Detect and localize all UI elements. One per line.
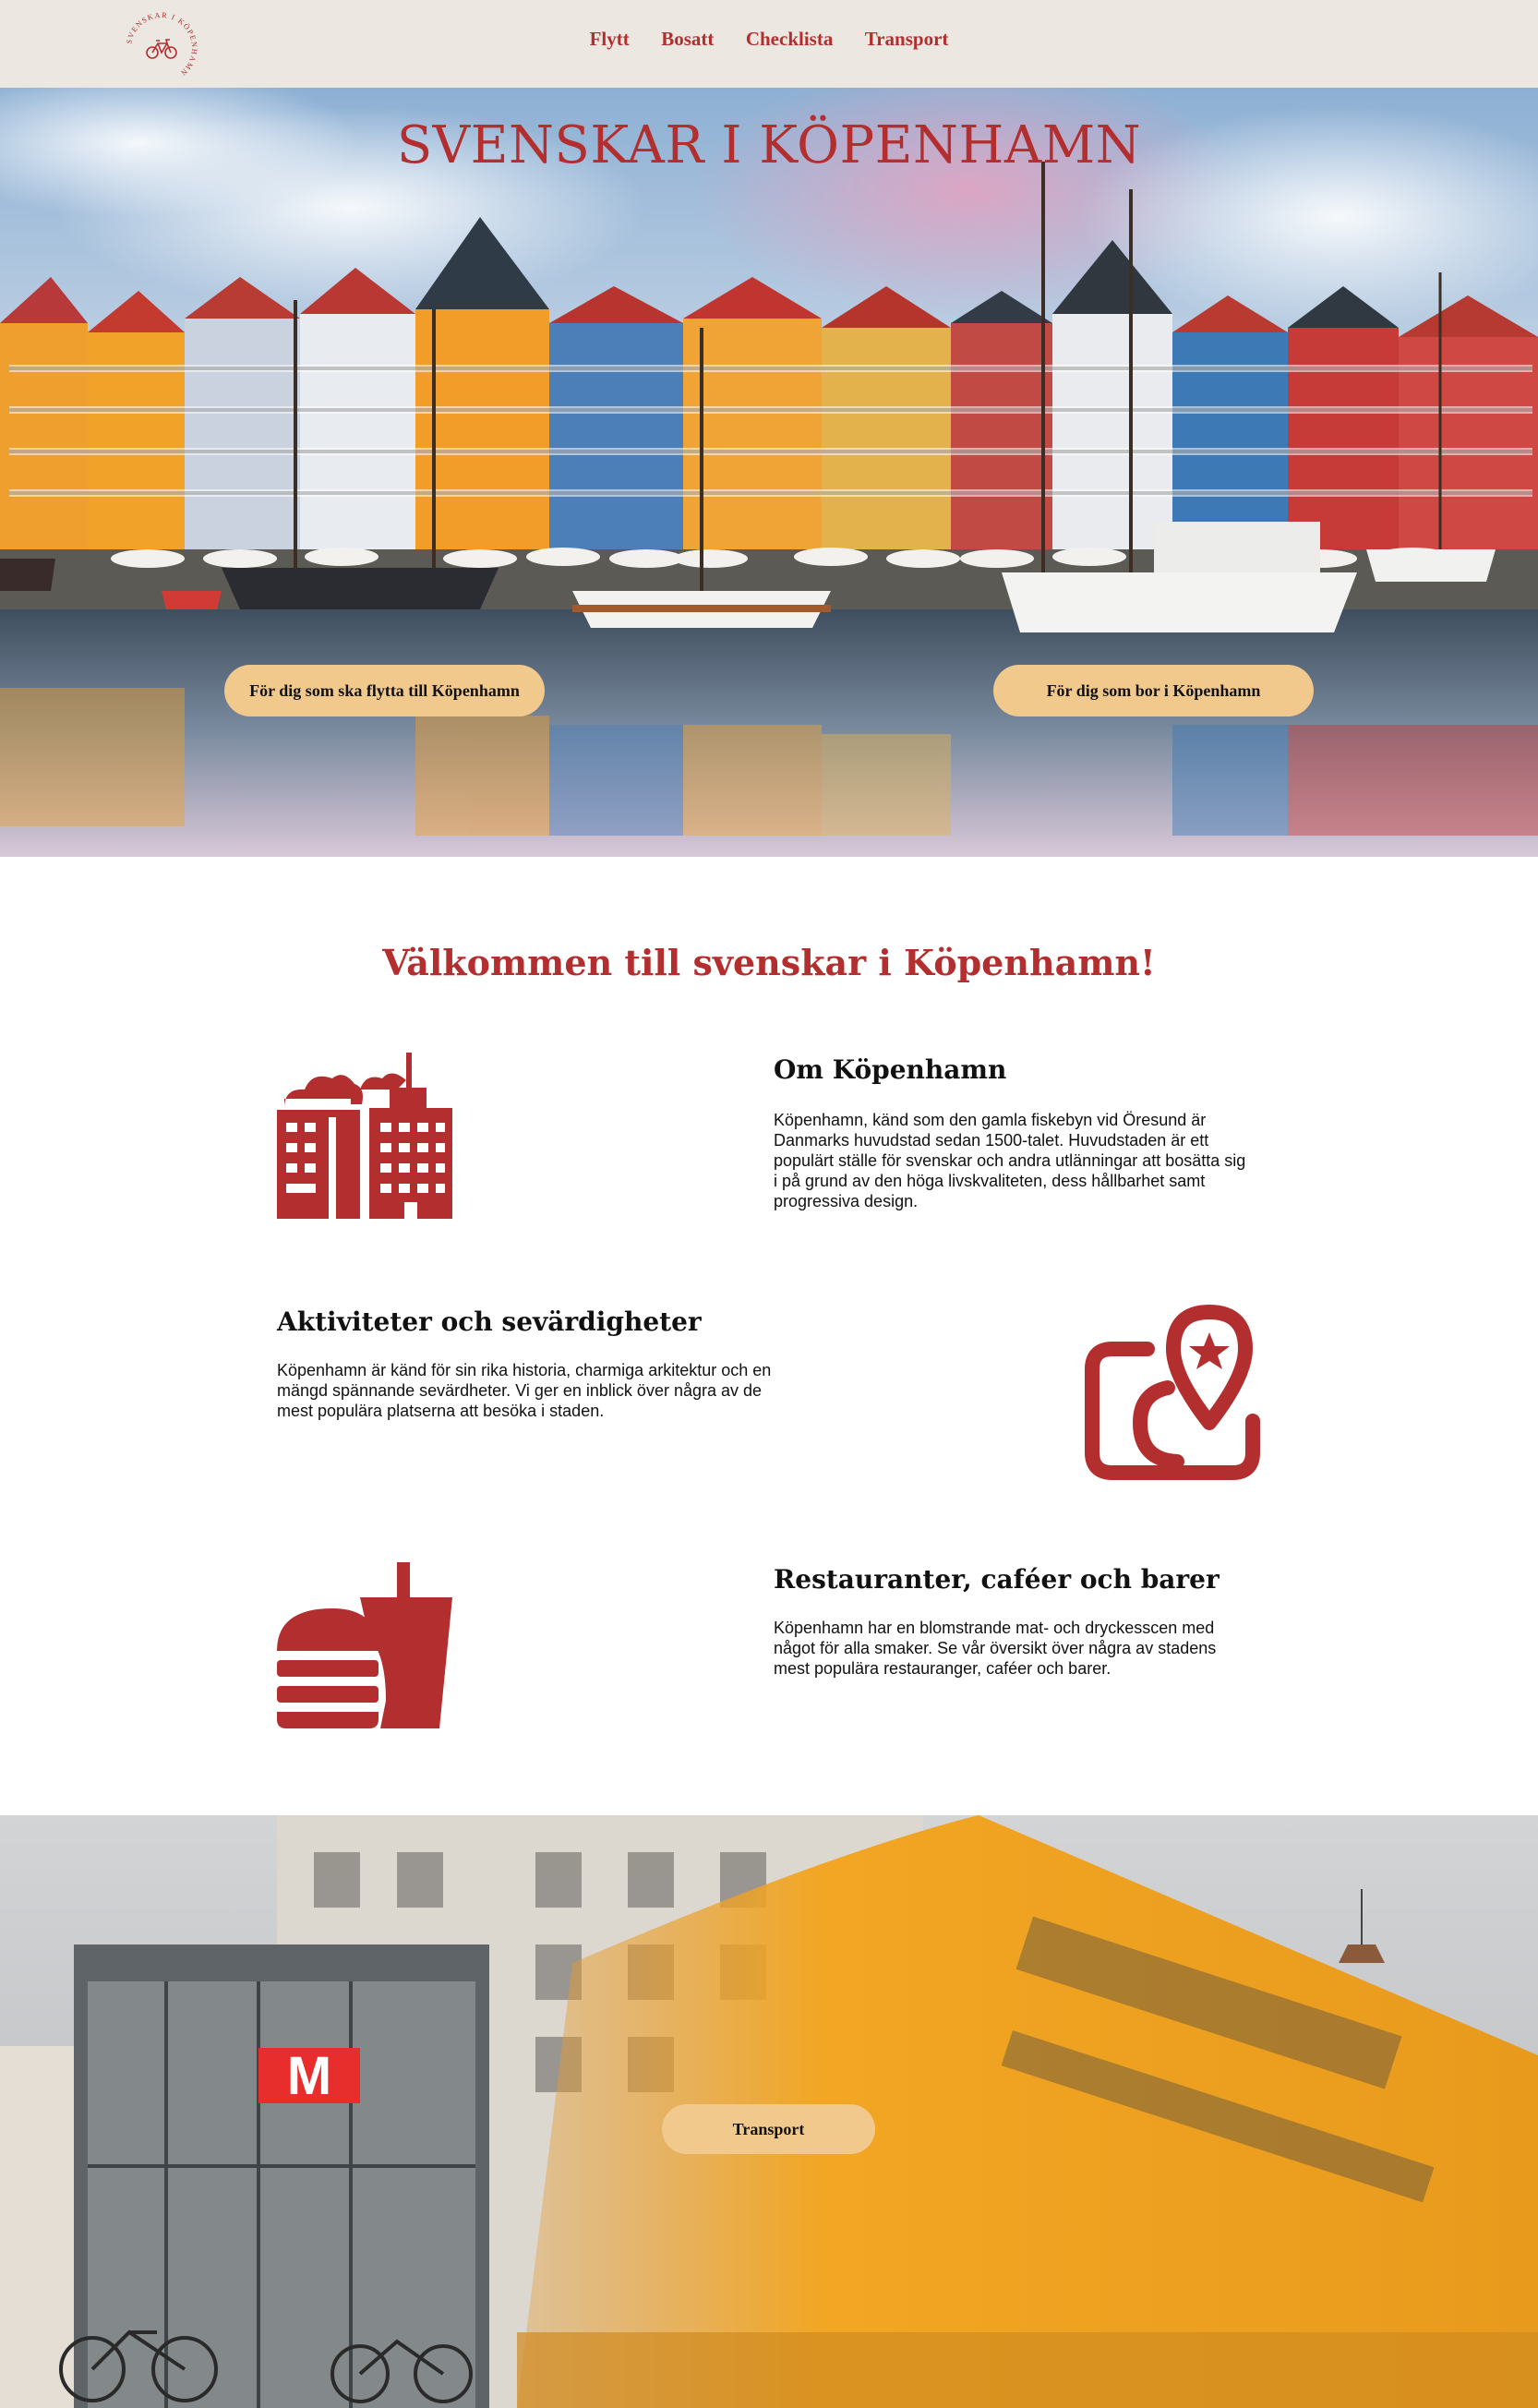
section-heading-activities: Aktiviteter och sevärdigheter (277, 1306, 702, 1337)
hero-section: SVENSKAR I KÖPENHAMN För dig som ska fly… (0, 88, 1538, 857)
nav-item-checklista[interactable]: Checklista (746, 28, 834, 51)
welcome-title: Välkommen till svenskar i Köpenhamn! (382, 942, 1156, 983)
hero-title: SVENSKAR I KÖPENHAMN (396, 115, 1142, 175)
nyhavn-harbor-image (0, 88, 1538, 857)
main-nav: Flytt Bosatt Checklista Transport (0, 28, 1538, 51)
section-text-activities: Köpenhamn är känd för sin rika historia,… (277, 1361, 772, 1420)
transport-section: M Transport (0, 1815, 1538, 2408)
section-text-about: Köpenhamn, känd som den gamla fiskebyn v… (774, 1111, 1246, 1210)
nav-item-flytt[interactable]: Flytt (590, 28, 630, 51)
city-buildings-icon (277, 1053, 452, 1219)
moving-to-copenhagen-button[interactable]: För dig som ska flytta till Köpenhamn (224, 665, 545, 716)
map-pin-star-icon (1085, 1305, 1260, 1480)
living-in-copenhagen-button[interactable]: För dig som bor i Köpenhamn (993, 665, 1314, 716)
metro-sign-text: M (287, 2046, 331, 2106)
section-heading-restaurants: Restauranter, caféer och barer (774, 1564, 1220, 1595)
nav-item-transport[interactable]: Transport (865, 28, 949, 51)
nav-item-bosatt[interactable]: Bosatt (661, 28, 714, 51)
transport-button[interactable]: Transport (662, 2104, 875, 2154)
site-header: SVENSKAR I KÖPENHAMN Flytt Bosatt Checkl… (0, 0, 1538, 88)
section-text-restaurants: Köpenhamn har en blomstrande mat- och dr… (774, 1619, 1217, 1678)
section-heading-about: Om Köpenhamn (774, 1054, 1007, 1085)
burger-drink-icon (277, 1562, 452, 1728)
